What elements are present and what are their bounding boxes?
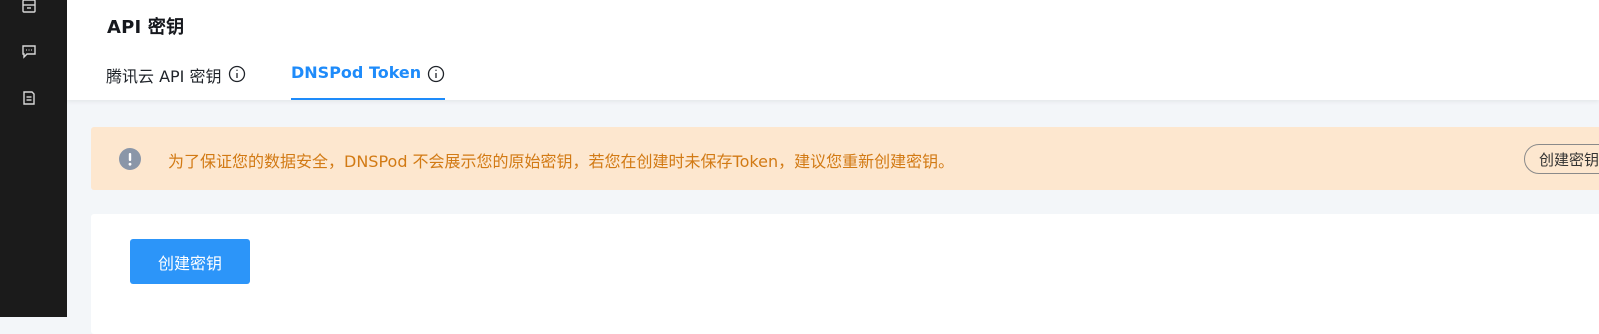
tab-tencent-cloud-api-key[interactable]: 腾讯云 API 密钥 — [106, 63, 246, 100]
tab-label: DNSPod Token — [291, 63, 422, 82]
alert-message: 为了保证您的数据安全，DNSPod 不会展示您的原始密钥，若您在创建时未保存To… — [168, 152, 955, 171]
archive-icon[interactable] — [20, 0, 38, 15]
security-notice-alert: 为了保证您的数据安全，DNSPod 不会展示您的原始密钥，若您在创建时未保存To… — [91, 127, 1599, 190]
info-icon[interactable] — [427, 65, 445, 83]
token-card: 创建密钥 — [91, 214, 1599, 334]
sidebar — [0, 0, 67, 317]
tab-label: 腾讯云 API 密钥 — [106, 67, 222, 86]
page-title: API 密钥 — [107, 17, 185, 38]
tab-dnspod-token[interactable]: DNSPod Token — [291, 63, 446, 100]
info-icon[interactable] — [228, 65, 246, 83]
exclamation-icon — [119, 148, 141, 170]
alert-create-key-button[interactable]: 创建密钥 — [1524, 144, 1599, 174]
page-header: API 密钥 腾讯云 API 密钥 DNSPod Token — [67, 0, 1599, 100]
document-icon[interactable] — [20, 89, 38, 107]
message-icon[interactable] — [20, 42, 38, 60]
create-key-button[interactable]: 创建密钥 — [130, 239, 250, 284]
